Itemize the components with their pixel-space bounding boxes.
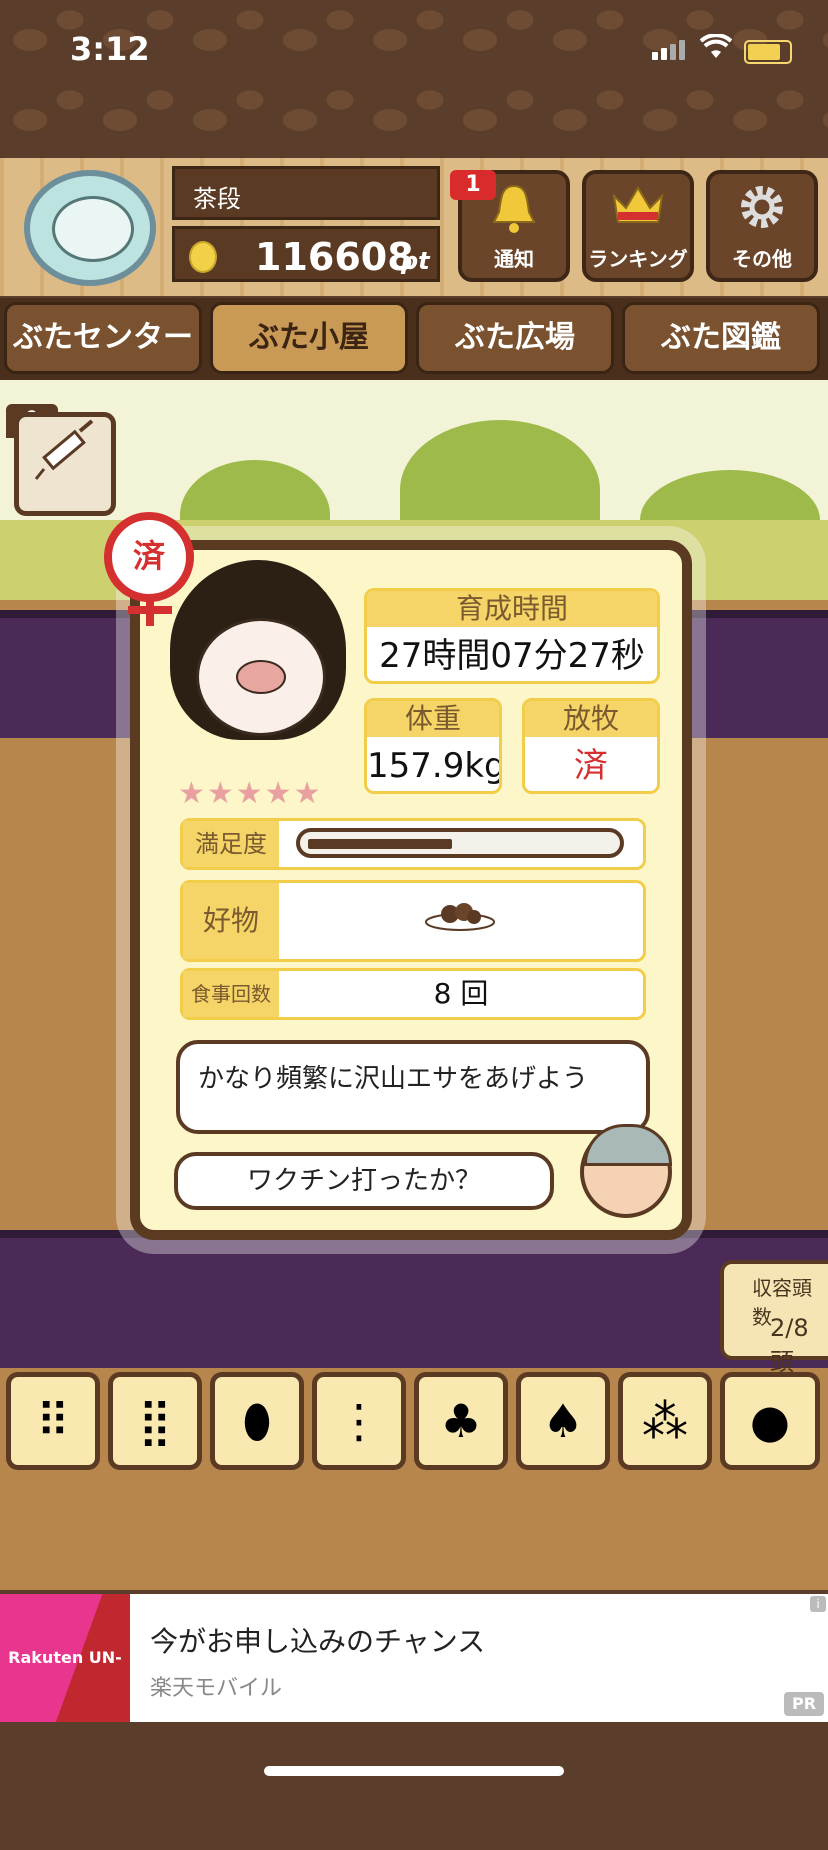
- crown-icon: [586, 182, 690, 239]
- meals-label: 食事回数: [183, 971, 279, 1017]
- grain-dish-icon: ⁂: [642, 1394, 688, 1448]
- gear-icon: [710, 182, 814, 243]
- player-name: 茶段: [193, 185, 241, 213]
- chestnut-dish-icon: [424, 898, 496, 932]
- ad-subtitle: 楽天モバイル: [150, 1676, 283, 1701]
- tab-pig-house[interactable]: ぶた小屋: [210, 302, 408, 374]
- coin-icon: [189, 241, 217, 273]
- weight-box: 体重 157.9kg: [364, 698, 502, 794]
- syringe-icon: [34, 419, 94, 480]
- front-fence: [0, 1230, 828, 1368]
- grazing-value: 済: [574, 746, 608, 786]
- settings-button[interactable]: その他: [706, 170, 818, 282]
- growth-time-label: 育成時間: [367, 591, 657, 627]
- grazing-box: 放牧 済: [522, 698, 660, 794]
- grazing-label: 放牧: [525, 701, 657, 737]
- ranking-label: ランキング: [588, 247, 688, 271]
- food-acorn-button[interactable]: ♠: [516, 1372, 610, 1470]
- food-soybean-button[interactable]: ⠿: [6, 1372, 100, 1470]
- ad-info-icon[interactable]: i: [810, 1596, 826, 1612]
- capacity-sign: 収容頭数 2/8 頭: [720, 1260, 828, 1376]
- food-leaves-button[interactable]: ♣: [414, 1372, 508, 1470]
- settings-label: その他: [732, 247, 792, 271]
- notification-label: 通知: [494, 247, 534, 271]
- meals-row: 食事回数 8 回: [180, 968, 646, 1020]
- food-chestnut-dish-button[interactable]: ●: [720, 1372, 820, 1470]
- tab-pig-plaza[interactable]: ぶた広場: [416, 302, 614, 374]
- battery-icon: [744, 40, 792, 64]
- chestnut-dish-icon: ●: [749, 1394, 791, 1448]
- points-box: 116608 pt: [172, 226, 440, 282]
- capacity-value: 2/8 頭: [770, 1314, 809, 1376]
- vaccine-question-text: ワクチン打ったか？: [246, 1166, 481, 1196]
- points-unit: pt: [401, 247, 430, 275]
- growth-time-value: 27時間07分27秒: [379, 636, 645, 676]
- satisfaction-label: 満足度: [183, 821, 279, 867]
- player-name-box: 茶段: [172, 166, 440, 220]
- pr-badge: PR: [784, 1692, 824, 1716]
- stamp-bar: [128, 606, 172, 614]
- home-indicator[interactable]: [264, 1766, 564, 1776]
- pig-snout: [236, 660, 286, 694]
- signal-icon: [652, 40, 688, 60]
- vaccine-question-bubble[interactable]: ワクチン打ったか？: [174, 1152, 554, 1210]
- rarity-stars: ★★★★★: [178, 776, 323, 811]
- satisfaction-bar-fill: [308, 839, 452, 849]
- food-corn-button[interactable]: ⋮: [312, 1372, 406, 1470]
- weight-label: 体重: [367, 701, 499, 737]
- meals-value: 8 回: [433, 977, 489, 1010]
- advice-bubble: かなり頻繁に沢山エサをあげよう: [176, 1040, 650, 1134]
- growth-time-box: 育成時間 27時間07分27秒: [364, 588, 660, 684]
- soybean-icon: ⠿: [36, 1394, 70, 1448]
- notification-badge: 1: [450, 170, 496, 200]
- ad-logo[interactable]: Rakuten UN-LIMIT Ⅶ: [0, 1594, 130, 1795]
- advice-text: かなり頻繁に沢山エサをあげよう: [198, 1064, 589, 1094]
- weight-value: 157.9kg: [367, 746, 502, 786]
- mixed-beans-icon: ⣿: [138, 1394, 172, 1448]
- pig-king-icon: [52, 196, 134, 262]
- done-stamp: 済: [104, 512, 194, 602]
- corn-icon: ⋮: [336, 1394, 382, 1448]
- acorn-icon: ♠: [542, 1394, 584, 1448]
- tab-pig-center[interactable]: ぶたセンター: [4, 302, 202, 374]
- syringe-button[interactable]: [14, 412, 116, 516]
- food-sweet-potato-button[interactable]: ⬮: [210, 1372, 304, 1470]
- ad-title[interactable]: 今がお申し込みのチャンス: [150, 1620, 485, 1660]
- favorite-label: 好物: [183, 883, 279, 959]
- ranking-button[interactable]: ランキング: [582, 170, 694, 282]
- food-mixed-beans-button[interactable]: ⣿: [108, 1372, 202, 1470]
- leaves-icon: ♣: [440, 1394, 482, 1448]
- wifi-icon: [699, 33, 733, 67]
- top-pattern-bar: [0, 0, 828, 158]
- satisfaction-bar: [296, 828, 624, 858]
- status-time: 3:12: [70, 30, 150, 68]
- food-grain-dish-button[interactable]: ⁂: [618, 1372, 712, 1470]
- points-value: 116608: [255, 235, 414, 279]
- bottom-pattern-bar: [0, 1722, 828, 1792]
- tab-pig-encyclopedia[interactable]: ぶた図鑑: [622, 302, 820, 374]
- sweet-potato-icon: ⬮: [242, 1394, 272, 1448]
- favorite-food-row: 好物: [180, 880, 646, 962]
